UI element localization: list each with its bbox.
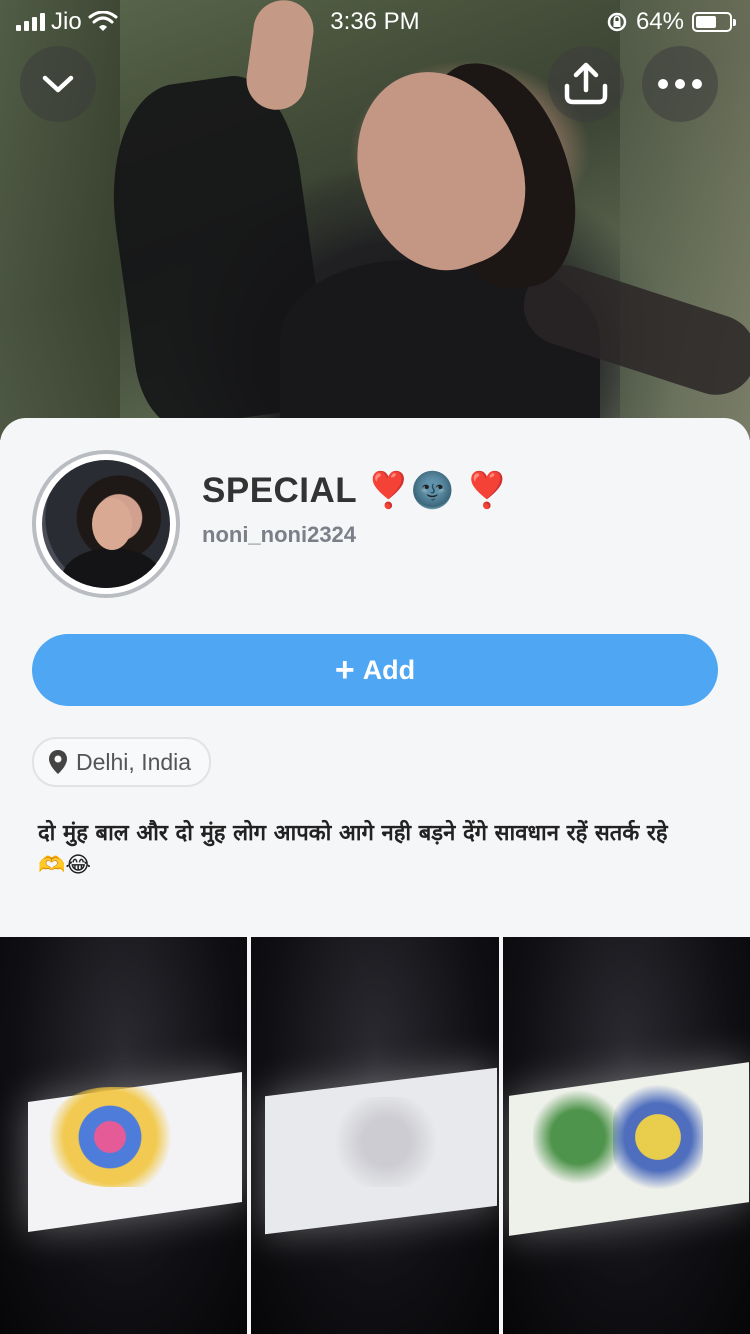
media-tile[interactable]: [251, 937, 499, 1334]
location-pin-icon: [49, 750, 67, 774]
battery-percent: 64%: [635, 8, 684, 35]
profile-bio: दो मुंह बाल और दो मुंह लोग आपको आगे नही …: [38, 821, 668, 878]
more-button[interactable]: [642, 46, 718, 122]
chevron-down-icon: [42, 75, 74, 93]
status-bar: Jio 3:36 PM 64%: [0, 0, 750, 40]
profile-card: SPECIAL ❣️🌚 ❣️ noni_noni2324 + Add Delhi…: [0, 418, 750, 938]
battery-group: 64%: [606, 8, 736, 36]
add-button-label: Add: [362, 654, 416, 685]
battery-icon: [692, 12, 736, 32]
display-name: SPECIAL ❣️🌚 ❣️: [202, 471, 510, 510]
collapse-button[interactable]: [20, 46, 96, 122]
share-upload-icon: [564, 62, 608, 105]
avatar-image: [42, 460, 170, 588]
profile-cover-photo: [0, 0, 750, 440]
battery-fill: [696, 16, 717, 28]
add-friend-button[interactable]: + Add: [32, 634, 718, 706]
avatar[interactable]: [32, 450, 180, 598]
media-tile[interactable]: [502, 937, 750, 1334]
location-label: Delhi, India: [76, 748, 192, 775]
location-chip[interactable]: Delhi, India: [32, 737, 212, 787]
media-grid: [0, 937, 750, 1334]
more-dots-icon: [658, 79, 702, 89]
plus-icon: +: [334, 651, 355, 689]
orientation-lock-icon: [607, 12, 627, 32]
media-tile[interactable]: [0, 937, 248, 1334]
username: noni_noni2324: [202, 522, 357, 547]
share-button[interactable]: [548, 46, 624, 122]
